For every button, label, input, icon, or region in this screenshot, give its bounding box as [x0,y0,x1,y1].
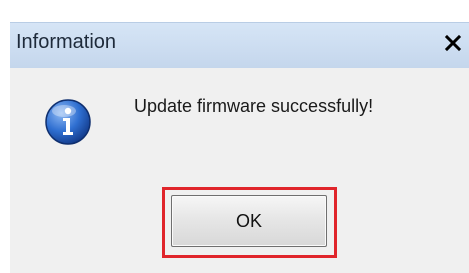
info-icon [45,99,91,145]
dialog-message: Update firmware successfully! [134,96,374,116]
dialog-body: Update firmware successfully! OK [10,68,469,273]
dialog-title: Information [16,31,117,53]
close-button[interactable] [441,31,465,55]
dialog-titlebar: Information [10,22,469,69]
information-dialog: Information Update firmware successfully… [0,0,469,273]
ok-button[interactable]: OK [171,195,327,247]
close-icon [444,34,462,52]
